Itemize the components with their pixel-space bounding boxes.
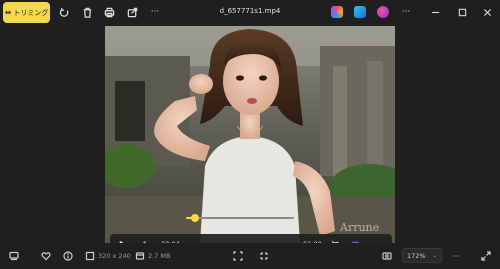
- zoom-value: 172%: [407, 251, 426, 260]
- more-icon[interactable]: ···: [450, 250, 462, 262]
- maximize-icon[interactable]: [454, 4, 470, 20]
- copilot-icon[interactable]: [331, 6, 343, 18]
- seek-bar-thumb[interactable]: [190, 214, 199, 222]
- share-icon[interactable]: [125, 5, 139, 19]
- rotate-icon[interactable]: [57, 5, 71, 19]
- seek-bar[interactable]: [186, 214, 294, 222]
- info-icon[interactable]: [62, 250, 74, 262]
- chevron-down-icon: ⌄: [431, 252, 437, 259]
- trim-icon: ⇹: [4, 8, 12, 17]
- trim-button[interactable]: ⇹ トリミング: [3, 2, 50, 23]
- image-dimensions: 320 x 240: [98, 252, 131, 260]
- zoom-dropdown[interactable]: 172% ⌄: [402, 248, 442, 263]
- filmstrip-icon[interactable]: [8, 250, 20, 262]
- more-icon[interactable]: ···: [148, 5, 162, 19]
- video-frame-image: Arrune: [105, 26, 395, 243]
- media-viewer: Arrune 00:04 01:00 ···: [0, 26, 500, 254]
- video-frame[interactable]: Arrune: [105, 26, 395, 243]
- favorite-icon[interactable]: [40, 250, 52, 262]
- actual-size-icon[interactable]: [258, 250, 270, 262]
- close-icon[interactable]: [479, 4, 495, 20]
- title-bar: ⇹ トリミング ··· d_657771s1.mp4 ···: [0, 0, 500, 26]
- fit-to-window-icon[interactable]: [381, 250, 393, 262]
- watermark-text: Arrune: [339, 221, 379, 234]
- storage-icon: [134, 250, 146, 262]
- trim-label: トリミング: [13, 8, 49, 17]
- fit-icon[interactable]: [232, 250, 244, 262]
- clipchamp-icon[interactable]: [354, 6, 366, 18]
- more-options-icon[interactable]: ···: [399, 5, 413, 19]
- minimize-icon[interactable]: [427, 4, 443, 20]
- expand-icon[interactable]: [480, 250, 492, 262]
- delete-icon[interactable]: [80, 5, 94, 19]
- file-name: d_657771s1.mp4: [219, 7, 281, 15]
- resolution-icon: [84, 250, 96, 262]
- designer-icon[interactable]: [377, 6, 389, 18]
- print-icon[interactable]: [102, 5, 116, 19]
- status-bar: 320 x 240 2.7 MB 172% ⌄ ···: [0, 243, 500, 269]
- file-size: 2.7 MB: [148, 252, 171, 260]
